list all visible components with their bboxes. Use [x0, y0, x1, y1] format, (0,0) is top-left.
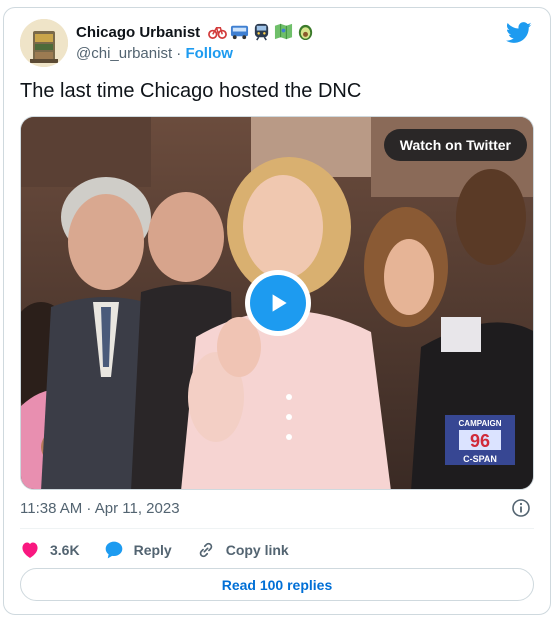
- author-emoji-row: [208, 22, 315, 41]
- link-icon: [199, 542, 212, 558]
- cspan-year-text: 96: [470, 431, 490, 451]
- divider: [20, 528, 534, 529]
- bus-icon: [230, 22, 249, 41]
- copy-link-label: Copy link: [225, 542, 289, 558]
- cspan-network-text: C-SPAN: [463, 454, 497, 464]
- reply-button[interactable]: Reply: [104, 540, 172, 560]
- metro-icon: [252, 22, 271, 41]
- video-player[interactable]: Watch on Twitter CAMPAIGN 96 C-SPAN: [20, 116, 534, 490]
- read-replies-button[interactable]: Read 100 replies: [20, 568, 534, 601]
- author-avatar[interactable]: [20, 19, 68, 67]
- handle-separator: ·: [176, 45, 182, 62]
- author-display-name[interactable]: Chicago Urbanist: [76, 24, 200, 41]
- cspan-campaign-logo: CAMPAIGN 96 C-SPAN: [445, 415, 515, 465]
- heart-icon: [22, 542, 38, 558]
- like-button[interactable]: 3.6K: [20, 540, 80, 560]
- tweet-card: Chicago Urbanist @chi_urbanist · Follow …: [3, 7, 551, 615]
- tweet-actions: 3.6K Reply Copy link: [20, 540, 313, 560]
- author-handle[interactable]: @chi_urbanist: [76, 45, 172, 62]
- bicycle-icon: [208, 22, 227, 41]
- play-icon: [250, 275, 306, 331]
- reply-label: Reply: [133, 542, 172, 558]
- like-count: 3.6K: [50, 542, 80, 558]
- follow-button[interactable]: Follow: [185, 45, 233, 62]
- play-button[interactable]: [245, 270, 311, 336]
- reply-bubble-icon: [105, 541, 122, 559]
- cspan-campaign-text: CAMPAIGN: [459, 419, 502, 428]
- author-handle-row: @chi_urbanist · Follow: [76, 45, 233, 62]
- tweet-text: The last time Chicago hosted the DNC: [20, 80, 362, 102]
- watch-on-twitter-button[interactable]: Watch on Twitter: [383, 129, 527, 161]
- tweet-timestamp[interactable]: 11:38 AM · Apr 11, 2023: [20, 500, 180, 517]
- avatar-image: [20, 19, 68, 67]
- twitter-logo-icon[interactable]: [506, 22, 532, 44]
- map-icon: [274, 22, 293, 41]
- copy-link-button[interactable]: Copy link: [196, 540, 289, 560]
- info-icon[interactable]: [511, 498, 531, 518]
- avocado-icon: [296, 22, 315, 41]
